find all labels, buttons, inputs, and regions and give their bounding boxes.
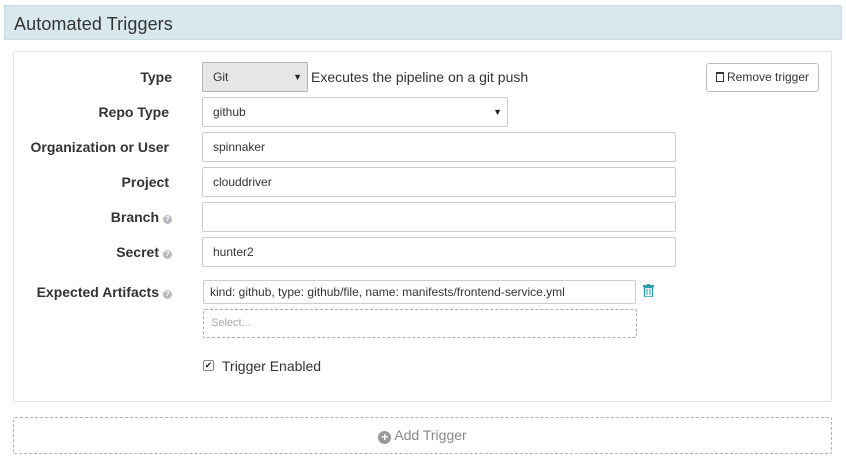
trash-icon[interactable] — [643, 284, 654, 297]
branch-label: Branch? — [111, 209, 172, 225]
expected-artifacts-placeholder: Select... — [211, 317, 251, 329]
type-description: Executes the pipeline on a git push — [311, 69, 529, 85]
type-select[interactable]: Git ▼ — [202, 62, 308, 92]
repo-type-select[interactable]: github ▼ — [202, 97, 508, 127]
organization-label: Organization or User — [30, 139, 169, 155]
help-icon[interactable]: ? — [163, 215, 172, 224]
expected-artifact-value: kind: github, type: github/file, name: m… — [210, 285, 565, 299]
organization-value: spinnaker — [213, 140, 266, 154]
secret-value: hunter2 — [213, 245, 254, 259]
help-icon[interactable]: ? — [163, 250, 172, 259]
remove-trigger-label: Remove trigger — [726, 70, 810, 84]
project-label: Project — [121, 174, 169, 190]
plus-circle-icon: + — [378, 431, 392, 444]
chevron-down-icon: ▼ — [293, 72, 302, 82]
trigger-enabled-checkbox[interactable]: ✔ — [203, 360, 214, 371]
expected-artifacts-label-text: Expected Artifacts — [36, 284, 159, 300]
trigger-enabled-label: Trigger Enabled — [222, 358, 322, 374]
remove-trigger-button[interactable]: Remove trigger — [706, 63, 819, 92]
section-header: Automated Triggers — [4, 5, 842, 40]
repo-type-label: Repo Type — [98, 104, 169, 120]
organization-input[interactable]: spinnaker — [202, 132, 676, 162]
secret-input[interactable]: hunter2 — [202, 237, 676, 267]
secret-label: Secret? — [116, 244, 172, 260]
project-value: clouddriver — [213, 175, 272, 189]
repo-type-value: github — [213, 105, 246, 119]
branch-label-text: Branch — [110, 209, 159, 225]
type-select-value: Git — [213, 70, 229, 84]
add-trigger-button[interactable]: + Add Trigger — [13, 417, 832, 454]
expected-artifacts-select[interactable]: Select... — [203, 309, 637, 338]
expected-artifacts-label: Expected Artifacts? — [37, 284, 172, 300]
expected-artifact-item[interactable]: kind: github, type: github/file, name: m… — [203, 280, 636, 304]
secret-label-text: Secret — [116, 244, 159, 260]
project-input[interactable]: clouddriver — [202, 167, 676, 197]
type-label: Type — [140, 69, 172, 85]
chevron-down-icon: ▼ — [493, 107, 502, 117]
add-trigger-label: Add Trigger — [394, 427, 467, 443]
help-icon[interactable]: ? — [163, 290, 172, 299]
branch-input[interactable] — [202, 202, 676, 232]
trash-icon — [715, 72, 724, 82]
section-title: Automated Triggers — [14, 14, 173, 34]
